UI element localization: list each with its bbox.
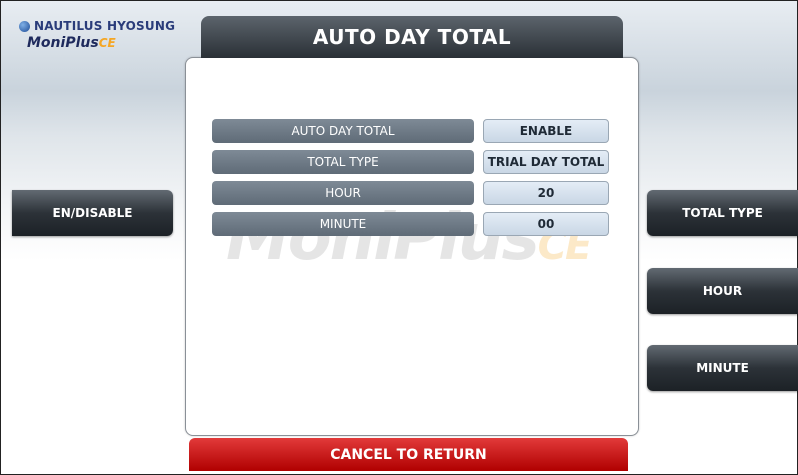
- setting-value: TRIAL DAY TOTAL: [483, 150, 609, 174]
- setting-value: ENABLE: [483, 119, 609, 143]
- setting-row-minute: MINUTE 00: [212, 212, 609, 236]
- settings-panel: [185, 57, 639, 436]
- setting-value: 20: [483, 181, 609, 205]
- setting-label: AUTO DAY TOTAL: [212, 119, 474, 143]
- product-logo: MoniPlusCE: [27, 35, 179, 51]
- company-name-text: NAUTILUS HYOSUNG: [34, 19, 176, 33]
- cancel-to-return-button[interactable]: CANCEL TO RETURN: [189, 438, 628, 471]
- setting-value: 00: [483, 212, 609, 236]
- globe-icon: [19, 20, 30, 32]
- setting-row-total-type: TOTAL TYPE TRIAL DAY TOTAL: [212, 150, 609, 174]
- setting-label: HOUR: [212, 181, 474, 205]
- total-type-button[interactable]: TOTAL TYPE: [647, 190, 798, 236]
- setting-label: TOTAL TYPE: [212, 150, 474, 174]
- setting-label: MINUTE: [212, 212, 474, 236]
- product-suffix: CE: [98, 36, 116, 50]
- vendor-logo: NAUTILUS HYOSUNG MoniPlusCE: [19, 19, 179, 59]
- setting-row-hour: HOUR 20: [212, 181, 609, 205]
- atm-screen: NAUTILUS HYOSUNG MoniPlusCE AUTO DAY TOT…: [0, 0, 798, 475]
- setting-row-auto-day-total: AUTO DAY TOTAL ENABLE: [212, 119, 609, 143]
- en-disable-button[interactable]: EN/DISABLE: [12, 190, 173, 236]
- page-title: AUTO DAY TOTAL: [201, 16, 623, 58]
- minute-button[interactable]: MINUTE: [647, 345, 798, 391]
- product-name: MoniPlus: [27, 35, 99, 51]
- company-name: NAUTILUS HYOSUNG: [19, 19, 179, 33]
- hour-button[interactable]: HOUR: [647, 268, 798, 314]
